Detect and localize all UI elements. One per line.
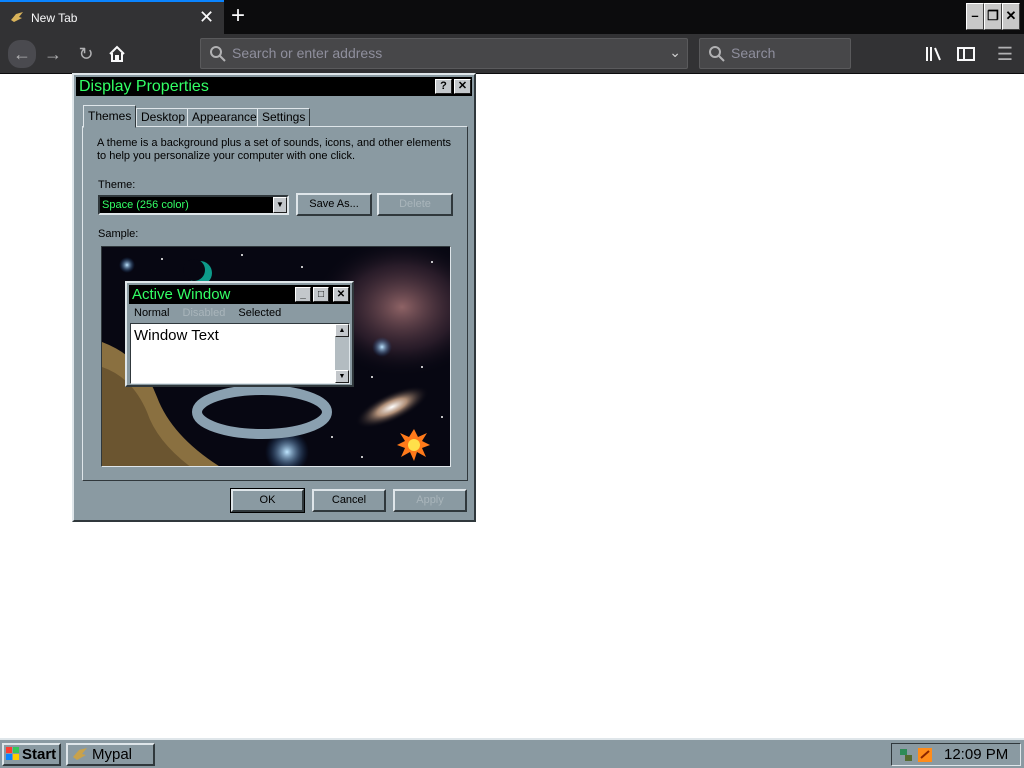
preview-title-bar: Active Window _ □ ✕ bbox=[129, 285, 350, 304]
search-input[interactable] bbox=[731, 45, 841, 61]
themes-panel: A theme is a background plus a set of so… bbox=[82, 126, 468, 481]
apply-button[interactable]: Apply bbox=[393, 489, 467, 512]
preview-menu-normal: Normal bbox=[134, 307, 170, 319]
cancel-button[interactable]: Cancel bbox=[312, 489, 386, 512]
preview-window-body: Window Text ▲ ▼ bbox=[130, 323, 350, 384]
taskbar-item-mypal[interactable]: Mypal bbox=[66, 743, 155, 766]
theme-label: Theme: bbox=[98, 179, 136, 191]
delete-button[interactable]: Delete bbox=[377, 193, 453, 216]
dropdown-arrow-icon[interactable]: ▼ bbox=[273, 197, 287, 213]
close-window-button[interactable]: ✕ bbox=[1002, 3, 1020, 30]
preview-menu: Normal Disabled Selected bbox=[134, 307, 291, 319]
preview-scrollbar: ▲ ▼ bbox=[335, 324, 349, 383]
ok-button[interactable]: OK bbox=[230, 488, 305, 513]
library-icon[interactable] bbox=[922, 42, 946, 66]
url-dropdown-icon[interactable]: ⌄ bbox=[669, 44, 681, 61]
tab-title: New Tab bbox=[31, 11, 78, 25]
preview-menu-disabled: Disabled bbox=[182, 307, 226, 319]
new-tab-button[interactable]: + bbox=[231, 3, 245, 29]
windows-logo-icon bbox=[6, 747, 19, 760]
search-icon bbox=[210, 46, 226, 62]
theme-description: A theme is a background plus a set of so… bbox=[97, 137, 452, 162]
browser-tab-bar: New Tab ✕ + – ❐ ✕ bbox=[0, 0, 1024, 34]
preview-minimize-icon: _ bbox=[295, 287, 311, 302]
preview-maximize-icon: □ bbox=[313, 287, 329, 302]
theme-sample-preview: Active Window _ □ ✕ Normal Disabled Sele… bbox=[101, 246, 451, 467]
url-bar[interactable]: ⌄ bbox=[200, 38, 688, 69]
taskbar: Start Mypal 12:09 PM bbox=[0, 738, 1024, 768]
scroll-down-icon: ▼ bbox=[335, 370, 349, 383]
back-icon[interactable]: ← bbox=[8, 40, 36, 68]
minimize-button[interactable]: – bbox=[966, 3, 984, 30]
browser-nav-bar: ← → ↻ ⌄ ☰ bbox=[0, 34, 1024, 74]
sidebar-icon[interactable] bbox=[954, 42, 978, 66]
network-tray-icon[interactable] bbox=[898, 747, 914, 763]
display-properties-dialog: Display Properties ? ✕ Themes Desktop Ap… bbox=[72, 73, 476, 522]
theme-select[interactable]: Space (256 color) ▼ bbox=[98, 195, 289, 215]
save-as-button[interactable]: Save As... bbox=[296, 193, 372, 216]
dialog-title-bar[interactable]: Display Properties ? ✕ bbox=[76, 77, 472, 96]
mypal-app-icon bbox=[73, 748, 87, 760]
preview-title: Active Window bbox=[132, 286, 231, 303]
help-button[interactable]: ? bbox=[435, 79, 452, 94]
search-bar[interactable] bbox=[699, 38, 851, 69]
restore-button[interactable]: ❐ bbox=[984, 3, 1002, 30]
tab-themes[interactable]: Themes bbox=[83, 105, 137, 128]
tab-settings[interactable]: Settings bbox=[257, 108, 311, 127]
forward-icon[interactable]: → bbox=[41, 42, 65, 66]
sample-label: Sample: bbox=[98, 228, 139, 240]
clock[interactable]: 12:09 PM bbox=[944, 746, 1008, 763]
tab-appearance[interactable]: Appearance bbox=[187, 108, 262, 127]
theme-select-value: Space (256 color) bbox=[102, 199, 189, 211]
taskbar-item-label: Mypal bbox=[92, 746, 133, 763]
close-tab-icon[interactable]: ✕ bbox=[199, 7, 214, 27]
browser-tab[interactable]: New Tab ✕ bbox=[0, 0, 224, 34]
search-icon bbox=[709, 46, 725, 62]
start-button[interactable]: Start bbox=[2, 743, 61, 766]
preview-window-text: Window Text bbox=[134, 327, 219, 344]
reload-icon[interactable]: ↻ bbox=[74, 42, 98, 66]
mypal-favicon-icon bbox=[11, 12, 23, 22]
preview-close-icon: ✕ bbox=[333, 287, 349, 302]
dialog-title: Display Properties bbox=[79, 78, 209, 95]
url-input[interactable] bbox=[232, 45, 652, 61]
preview-menu-selected: Selected bbox=[238, 307, 282, 319]
menu-icon[interactable]: ☰ bbox=[993, 42, 1017, 66]
close-dialog-button[interactable]: ✕ bbox=[454, 79, 471, 94]
system-tray: 12:09 PM bbox=[891, 743, 1021, 766]
start-label: Start bbox=[22, 746, 57, 763]
active-window-preview: Active Window _ □ ✕ Normal Disabled Sele… bbox=[125, 281, 354, 387]
scroll-up-icon: ▲ bbox=[335, 324, 349, 337]
volume-tray-icon[interactable] bbox=[917, 747, 933, 763]
home-icon[interactable] bbox=[105, 42, 129, 66]
tab-desktop[interactable]: Desktop bbox=[136, 108, 191, 127]
